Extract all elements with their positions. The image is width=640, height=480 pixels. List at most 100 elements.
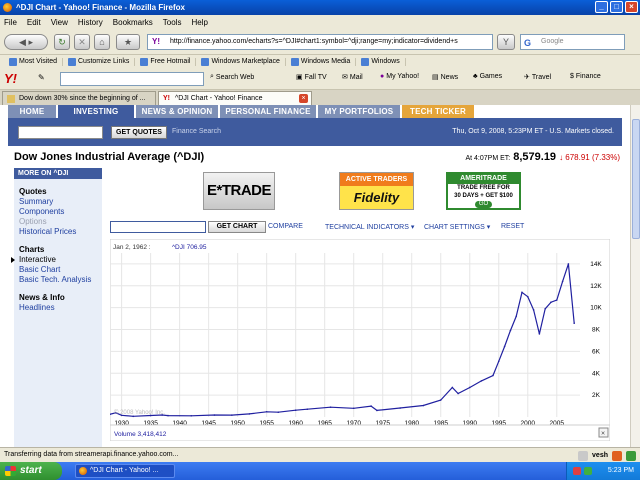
- data-point: [422, 404, 425, 407]
- menu-help[interactable]: Help: [191, 18, 207, 27]
- my-yahoo-button[interactable]: ● My Yahoo!: [380, 73, 419, 80]
- addon-icon-2[interactable]: [626, 451, 636, 461]
- menu-tools[interactable]: Tools: [163, 18, 182, 27]
- menu-edit[interactable]: Edit: [27, 18, 41, 27]
- browser-tab-strip: Dow down 30% since the beginning of ... …: [0, 90, 640, 105]
- sidebar-link-components[interactable]: Components: [14, 207, 102, 217]
- travel-button[interactable]: ✈ Travel: [524, 73, 551, 82]
- x-tick-label: 1965: [317, 420, 332, 427]
- data-point: [294, 409, 297, 412]
- sidebar-link-interactive[interactable]: Interactive: [11, 255, 102, 265]
- tab-dji-chart[interactable]: Y! ^DJI Chart - Yahoo! Finance ×: [158, 91, 312, 105]
- data-point: [352, 407, 355, 410]
- sidebar-link-basic-tech-analysis[interactable]: Basic Tech. Analysis: [14, 275, 102, 285]
- chart-symbol-input[interactable]: [110, 221, 206, 233]
- technical-indicators-menu[interactable]: TECHNICAL INDICATORS ▾: [325, 223, 414, 231]
- y-tick-label: 14K: [590, 261, 602, 268]
- search-web-button[interactable]: ⌕ Search Web: [210, 73, 254, 81]
- sidebar-group-charts: Charts: [19, 245, 45, 254]
- toolbar-label: Mail: [349, 73, 363, 81]
- sidebar-link-historical-prices[interactable]: Historical Prices: [14, 227, 102, 237]
- sidebar-link-summary[interactable]: Summary: [14, 197, 102, 207]
- etrade-ad[interactable]: E*TRADE: [203, 172, 275, 210]
- scrollbar-thumb[interactable]: [632, 119, 640, 239]
- menu-view[interactable]: View: [51, 18, 68, 27]
- menu-history[interactable]: History: [78, 18, 103, 27]
- system-tray: 5:23 PM: [566, 462, 640, 480]
- travel-icon: ✈: [524, 74, 530, 81]
- get-quotes-button[interactable]: GET QUOTES: [111, 126, 167, 139]
- stop-button[interactable]: ✕: [74, 34, 90, 50]
- nav-tab-tech-ticker[interactable]: TECH TICKER: [402, 105, 474, 118]
- get-chart-button[interactable]: GET CHART: [208, 221, 266, 233]
- bookmark-windows[interactable]: Windows: [356, 57, 406, 66]
- addon-icon[interactable]: [612, 451, 622, 461]
- page-icon: [361, 57, 370, 66]
- mail-button[interactable]: ✉ Mail: [342, 73, 363, 82]
- pencil-icon[interactable]: ✎: [38, 73, 45, 82]
- news-button[interactable]: ▤ News: [432, 73, 459, 82]
- bookmark-customize-links[interactable]: Customize Links: [63, 57, 136, 66]
- bookmark-most-visited[interactable]: Most Visited: [4, 57, 63, 66]
- nav-tab-home[interactable]: HOME: [8, 105, 56, 118]
- tv-icon: ▣: [296, 74, 303, 81]
- yahoo-finance-nav: HOME INVESTING NEWS & OPINION PERSONAL F…: [8, 105, 622, 118]
- reset-link[interactable]: RESET: [501, 223, 524, 230]
- page-scrollbar[interactable]: [630, 105, 640, 447]
- chart-settings-menu[interactable]: CHART SETTINGS ▾: [424, 223, 490, 231]
- start-button[interactable]: start: [0, 462, 62, 480]
- nav-tab-my-portfolios[interactable]: MY PORTFOLIOS: [318, 105, 400, 118]
- back-forward-button[interactable]: ◀ ▸: [4, 34, 48, 50]
- bookmark-toggle-button[interactable]: ★: [116, 34, 140, 50]
- sidebar-link-basic-chart[interactable]: Basic Chart: [14, 265, 102, 275]
- td-ameritrade-ad[interactable]: AMERITRADE TRADE FREE FOR 30 DAYS + GET …: [446, 172, 521, 210]
- data-point: [231, 414, 233, 416]
- finance-button[interactable]: $ Finance: [570, 73, 601, 80]
- reload-button[interactable]: ↻: [54, 34, 70, 50]
- toolbar-label: News: [440, 73, 459, 81]
- menu-bookmarks[interactable]: Bookmarks: [113, 18, 153, 27]
- nav-tab-investing[interactable]: INVESTING: [58, 105, 134, 118]
- tray-icon[interactable]: [573, 467, 581, 475]
- toolbar-label: Games: [479, 73, 503, 80]
- sidebar-link-headlines[interactable]: Headlines: [14, 303, 102, 313]
- dji-interactive-chart[interactable]: 2K 4K 6K 8K 10K 12K 14K 1930 1935 1940 1945 1950 19…: [110, 239, 610, 441]
- games-icon: ♣: [473, 73, 478, 80]
- y-tick-label: 2K: [592, 392, 601, 399]
- nav-tab-news-opinion[interactable]: NEWS & OPINION: [136, 105, 218, 118]
- bookmark-free-hotmail[interactable]: Free Hotmail: [135, 57, 197, 66]
- quote-symbol-input[interactable]: [18, 126, 103, 139]
- close-tab-icon[interactable]: ×: [299, 94, 308, 103]
- menu-file[interactable]: File: [4, 18, 17, 27]
- games-button[interactable]: ♣ Games: [473, 73, 502, 80]
- bookmark-icon: ★: [123, 37, 133, 47]
- compare-link[interactable]: COMPARE: [268, 223, 303, 230]
- tray-icon-2[interactable]: [584, 467, 592, 475]
- td-ad-line2: 30 DAYS + GET $100: [454, 193, 513, 199]
- td-ad-go-button[interactable]: GO: [474, 201, 493, 208]
- close-button[interactable]: ×: [625, 1, 638, 13]
- yahoo-logo-icon[interactable]: Y!: [4, 71, 17, 86]
- fall-tv-button[interactable]: ▣ Fall TV: [296, 73, 327, 82]
- home-icon: ⌂: [99, 37, 105, 47]
- fidelity-ad[interactable]: ACTIVE TRADERS Fidelity: [339, 172, 414, 210]
- taskbar-item-firefox[interactable]: ^DJI Chart - Yahoo! ...: [75, 464, 175, 478]
- address-bar[interactable]: Y! http://finance.yahoo.com/echarts?s=^D…: [147, 34, 493, 50]
- tab-dow-down[interactable]: Dow down 30% since the beginning of ...: [2, 91, 156, 105]
- quote-time: At 4:07PM ET:: [465, 155, 511, 162]
- security-icon[interactable]: [578, 451, 589, 461]
- bookmark-windows-media[interactable]: Windows Media: [286, 57, 357, 66]
- home-button[interactable]: ⌂: [94, 34, 110, 50]
- data-point: [248, 413, 251, 415]
- finance-search-link[interactable]: Finance Search: [172, 128, 221, 135]
- maximize-button[interactable]: □: [610, 1, 623, 13]
- go-button[interactable]: Y: [497, 34, 515, 50]
- bookmark-windows-marketplace[interactable]: Windows Marketplace: [196, 57, 286, 66]
- page-icon: [68, 57, 76, 66]
- data-point: [555, 299, 558, 301]
- x-tick-label: 1970: [346, 420, 361, 427]
- minimize-button[interactable]: _: [595, 1, 608, 13]
- nav-tab-personal-finance[interactable]: PERSONAL FINANCE: [220, 105, 316, 118]
- web-search-input[interactable]: G Google: [520, 34, 625, 50]
- yahoo-search-input[interactable]: [60, 72, 204, 86]
